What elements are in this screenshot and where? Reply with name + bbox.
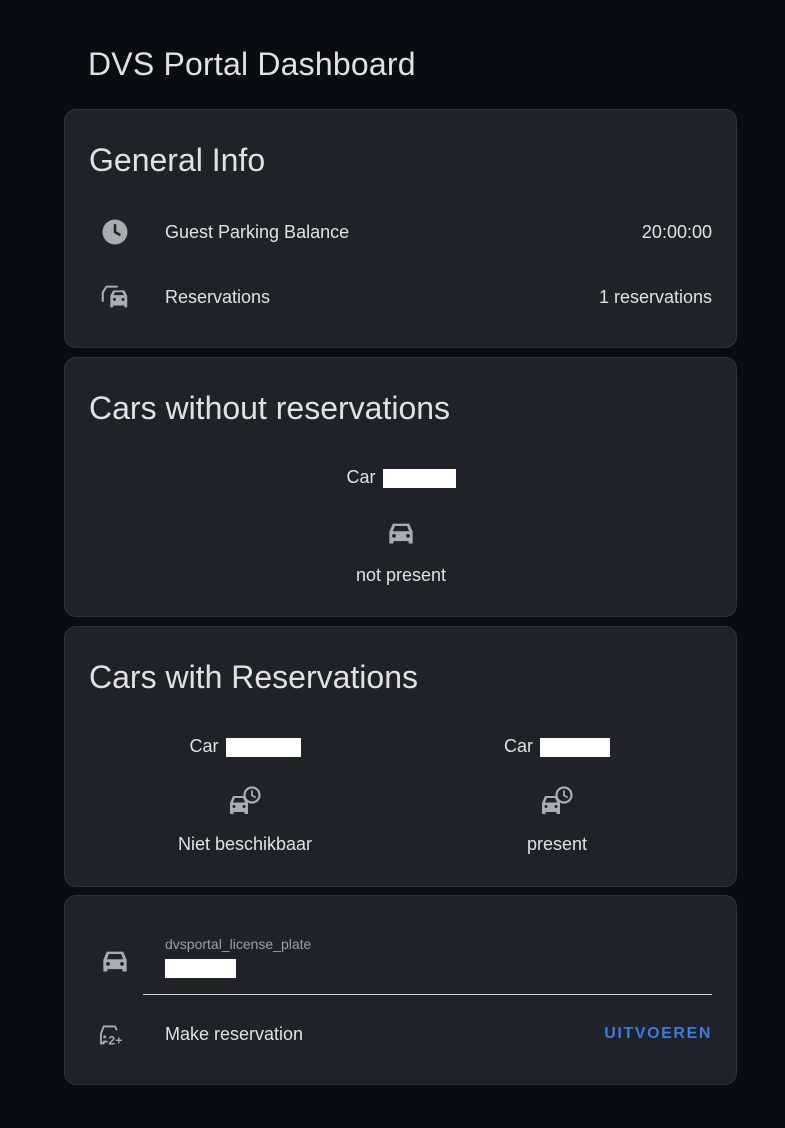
run-button[interactable]: UITVOEREN	[604, 1025, 712, 1043]
car-name: Car	[301, 465, 501, 489]
redacted-plate	[382, 468, 456, 488]
redacted-plate	[540, 737, 611, 757]
car-clock-icon	[537, 782, 577, 822]
row-value: 1 reservations	[598, 286, 712, 307]
cars-without-reservations-card: Cars without reservations Car not presen…	[64, 357, 737, 617]
reservation-form-card: dvsportal_license_plate 2+ Make reservat…	[64, 895, 737, 1085]
car-plus-icon: 2+	[99, 1018, 131, 1050]
car-name-label: Car	[346, 467, 376, 487]
car-tile[interactable]: Car Niet beschikbaar	[145, 734, 345, 855]
guest-parking-balance-row[interactable]: Guest Parking Balance 20:00:00	[65, 212, 736, 252]
clock-icon	[99, 216, 131, 248]
car-multiple-icon	[99, 281, 131, 313]
car-icon	[381, 513, 421, 553]
car-name: Car	[457, 734, 657, 758]
card-title: General Info	[89, 142, 266, 178]
car-clock-icon	[225, 782, 265, 822]
svg-text:2+: 2+	[108, 1033, 122, 1047]
license-plate-field-label: dvsportal_license_plate	[165, 936, 312, 952]
car-icon	[99, 945, 131, 977]
car-state: not present	[355, 565, 447, 585]
row-label: Guest Parking Balance	[165, 221, 350, 242]
row-label: Reservations	[165, 286, 271, 307]
car-state: Niet beschikbaar	[177, 834, 313, 854]
general-info-card: General Info Guest Parking Balance 20:00…	[64, 109, 737, 348]
input-underline	[143, 994, 712, 995]
row-value: 20:00:00	[641, 221, 712, 242]
car-name: Car	[145, 734, 345, 758]
car-name-label: Car	[503, 736, 533, 756]
redacted-plate	[225, 737, 301, 757]
card-title: Cars without reservations	[89, 390, 451, 426]
car-tile[interactable]: Car present	[457, 734, 657, 855]
page-title: DVS Portal Dashboard	[88, 46, 416, 82]
license-plate-input[interactable]	[165, 959, 236, 978]
make-reservation-row: 2+ Make reservation UITVOEREN	[65, 1014, 736, 1054]
car-state: present	[526, 834, 588, 854]
car-name-label: Car	[189, 736, 219, 756]
cars-with-reservations-card: Cars with Reservations Car Niet beschikb…	[64, 626, 737, 887]
car-tile[interactable]: Car not present	[301, 465, 501, 586]
card-title: Cars with Reservations	[89, 659, 418, 695]
make-reservation-label: Make reservation	[165, 1023, 304, 1044]
reservations-row[interactable]: Reservations 1 reservations	[65, 277, 736, 317]
